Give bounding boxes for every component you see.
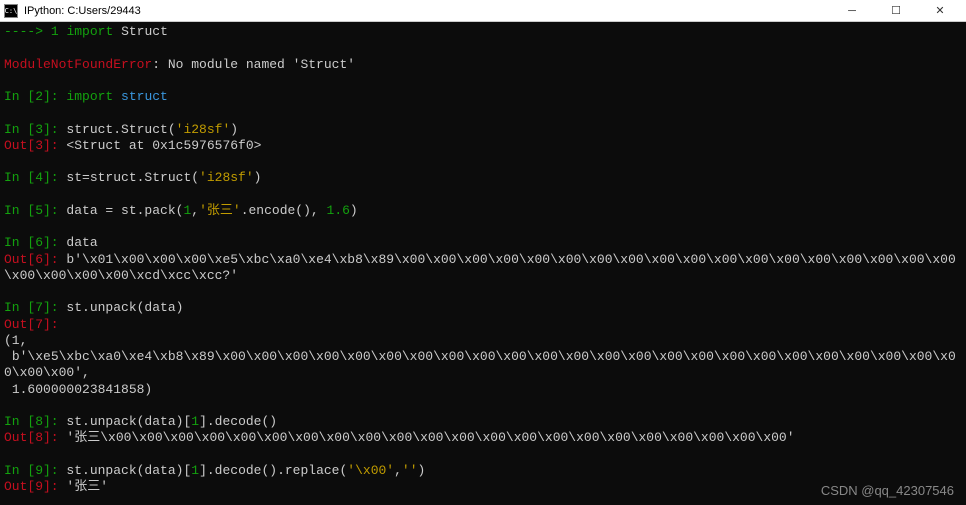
in-8: In [8]: st.unpack(data)[1].decode() — [4, 414, 962, 430]
in-3: In [3]: struct.Struct('i28sf') — [4, 122, 962, 138]
terminal-icon: C:\ — [4, 4, 18, 18]
watermark: CSDN @qq_42307546 — [821, 483, 954, 499]
window-title: IPython: C:Users/29443 — [24, 5, 830, 17]
out-7: Out[7]: — [4, 317, 962, 333]
minimize-button[interactable]: ─ — [830, 0, 874, 22]
out-7-tuple-3: 1.600000023841858) — [4, 382, 962, 398]
terminal-body[interactable]: ----> 1 import Struct ModuleNotFoundErro… — [0, 22, 966, 505]
maximize-button[interactable]: ☐ — [874, 0, 918, 22]
out-8: Out[8]: '张三\x00\x00\x00\x00\x00\x00\x00\… — [4, 430, 962, 446]
out-9: Out[9]: '张三' — [4, 479, 962, 495]
error-line: ModuleNotFoundError: No module named 'St… — [4, 57, 962, 73]
close-button[interactable]: ✕ — [918, 0, 962, 22]
window-controls: ─ ☐ ✕ — [830, 0, 962, 22]
in-9: In [9]: st.unpack(data)[1].decode().repl… — [4, 463, 962, 479]
out-7-tuple-1: (1, — [4, 333, 962, 349]
in-7: In [7]: st.unpack(data) — [4, 300, 962, 316]
out-3: Out[3]: <Struct at 0x1c5976576f0> — [4, 138, 962, 154]
in-6: In [6]: data — [4, 235, 962, 251]
in-5: In [5]: data = st.pack(1,'张三'.encode(), … — [4, 203, 962, 219]
in-2: In [2]: import struct — [4, 89, 962, 105]
titlebar: C:\ IPython: C:Users/29443 ─ ☐ ✕ — [0, 0, 966, 22]
out-6: Out[6]: b'\x01\x00\x00\x00\xe5\xbc\xa0\x… — [4, 252, 962, 285]
out-7-tuple-2: b'\xe5\xbc\xa0\xe4\xb8\x89\x00\x00\x00\x… — [4, 349, 962, 382]
in-4: In [4]: st=struct.Struct('i28sf') — [4, 170, 962, 186]
traceback-arrow-line: ----> 1 import Struct — [4, 24, 962, 40]
